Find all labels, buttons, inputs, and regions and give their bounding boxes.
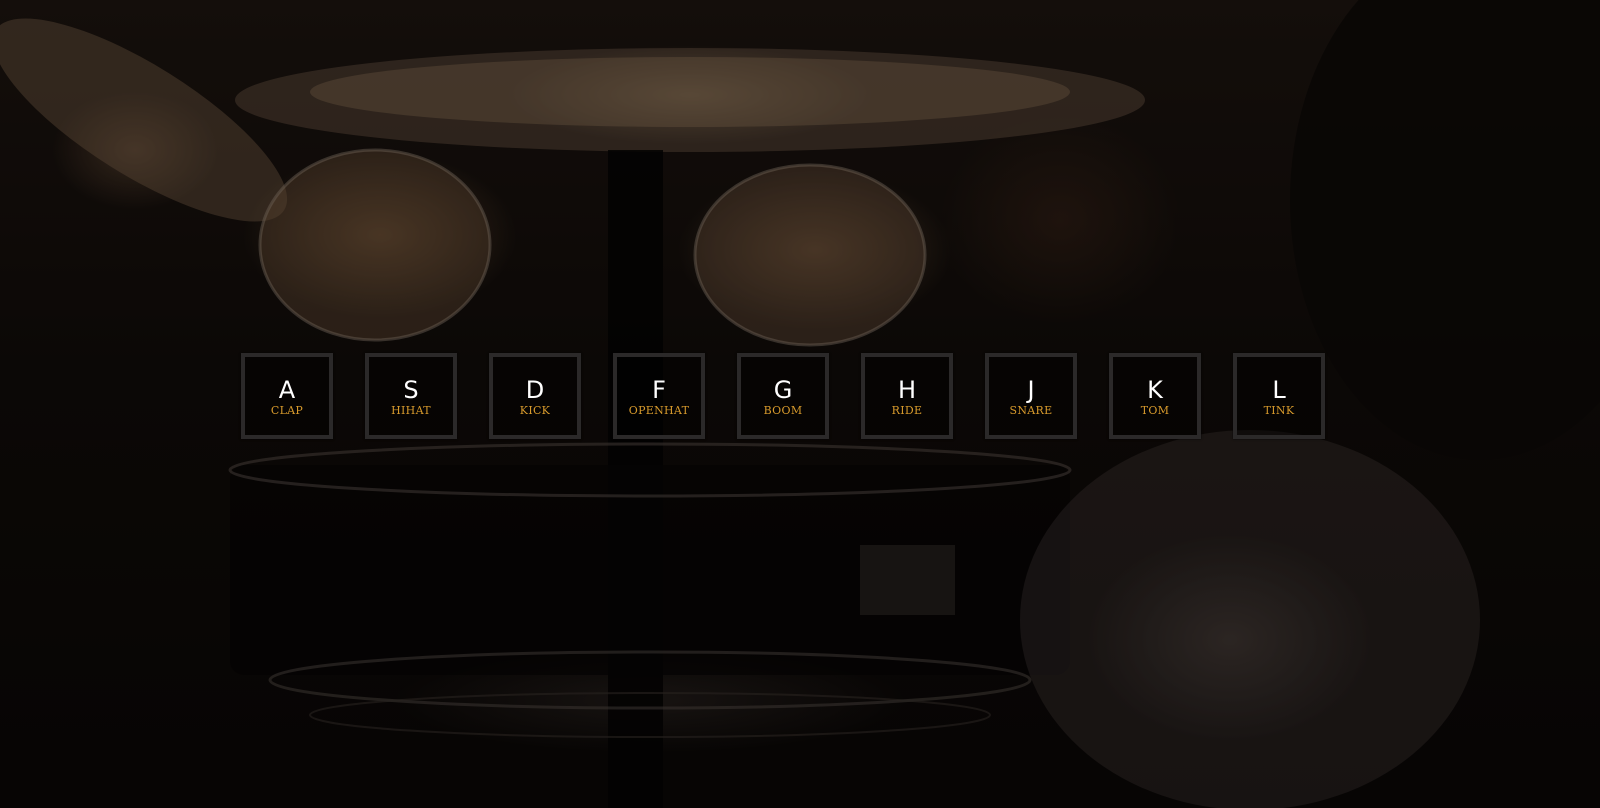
drum-key-hihat[interactable]: S HIHAT: [365, 353, 457, 439]
key-letter: L: [1272, 375, 1286, 404]
key-letter: A: [278, 375, 296, 404]
key-letter: H: [897, 375, 917, 404]
key-letter: K: [1147, 375, 1163, 404]
drum-keys-row: A CLAP S HIHAT D KICK F OPENHAT G BOOM H…: [0, 0, 1600, 808]
sound-label: HIHAT: [391, 403, 431, 417]
drum-key-tink[interactable]: L TINK: [1233, 353, 1325, 439]
key-letter: J: [1027, 375, 1035, 404]
drum-key-tom[interactable]: K TOM: [1109, 353, 1201, 439]
sound-label: RIDE: [891, 403, 923, 417]
drum-kit-background: A CLAP S HIHAT D KICK F OPENHAT G BOOM H…: [0, 0, 1600, 808]
drum-key-boom[interactable]: G BOOM: [737, 353, 829, 439]
sound-label: BOOM: [763, 403, 803, 417]
sound-label: SNARE: [1009, 403, 1053, 417]
key-letter: S: [403, 375, 419, 404]
drum-key-openhat[interactable]: F OPENHAT: [613, 353, 705, 439]
sound-label: CLAP: [270, 403, 304, 417]
key-letter: D: [525, 375, 545, 404]
drum-key-ride[interactable]: H RIDE: [861, 353, 953, 439]
sound-label: TOM: [1140, 403, 1170, 417]
sound-label: KICK: [519, 403, 551, 417]
sound-label: OPENHAT: [628, 403, 690, 417]
drum-key-clap[interactable]: A CLAP: [241, 353, 333, 439]
drum-key-snare[interactable]: J SNARE: [985, 353, 1077, 439]
drum-key-kick[interactable]: D KICK: [489, 353, 581, 439]
sound-label: TINK: [1263, 403, 1295, 417]
key-letter: F: [652, 375, 666, 404]
key-letter: G: [773, 375, 793, 404]
